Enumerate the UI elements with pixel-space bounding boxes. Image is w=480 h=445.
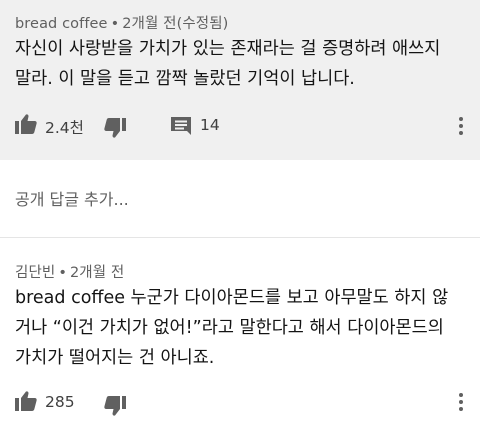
comment-text-line: 자신이 사랑받을 가치가 있는 존재라는 걸 증명하려 애쓰지: [15, 39, 441, 59]
like-count: 2.4천: [45, 119, 84, 137]
comment-meta: bread coffee • 2개월 전(수정됨): [15, 12, 228, 33]
reply-text: bread coffee 누군가 다이아몬드를 보고 아무말도 하지 않 거나 …: [15, 283, 448, 373]
reply-text-line: 거나 “이건 가치가 없어!”라고 말한다고 해서 다이아몬드의: [15, 318, 444, 338]
thumb-up-icon[interactable]: [15, 114, 37, 134]
comment-author[interactable]: 김단빈: [15, 265, 55, 281]
reply-text-line: 가치가 떨어지는 건 아니죠.: [15, 348, 215, 368]
like-count: 285: [45, 393, 75, 411]
comment-time: 2개월 전: [69, 265, 125, 281]
thumb-down-icon[interactable]: [104, 118, 126, 138]
comment-icon[interactable]: [171, 117, 191, 135]
more-vert-icon[interactable]: [458, 393, 464, 415]
thumb-down-icon[interactable]: [104, 396, 126, 416]
comment-text: 자신이 사랑받을 가치가 있는 존재라는 걸 증명하려 애쓰지 말라. 이 말을…: [15, 34, 440, 94]
add-reply-input[interactable]: 공개 답글 추가...: [15, 186, 129, 210]
comment-author[interactable]: bread coffee: [15, 16, 108, 32]
divider: [0, 237, 480, 238]
reply-count: 14: [200, 116, 220, 134]
comment-text-line: 말라. 이 말을 듣고 깜짝 놀랐던 기억이 납니다.: [15, 69, 355, 89]
reply-text-line: bread coffee 누군가 다이아몬드를 보고 아무말도 하지 않: [15, 288, 449, 308]
more-vert-icon[interactable]: [458, 117, 464, 139]
meta-separator: •: [110, 16, 120, 32]
thumb-up-icon[interactable]: [15, 391, 37, 411]
comment-time: 2개월 전(수정됨): [122, 16, 229, 32]
comment-meta: 김단빈 • 2개월 전: [15, 261, 124, 282]
meta-separator: •: [58, 265, 67, 281]
